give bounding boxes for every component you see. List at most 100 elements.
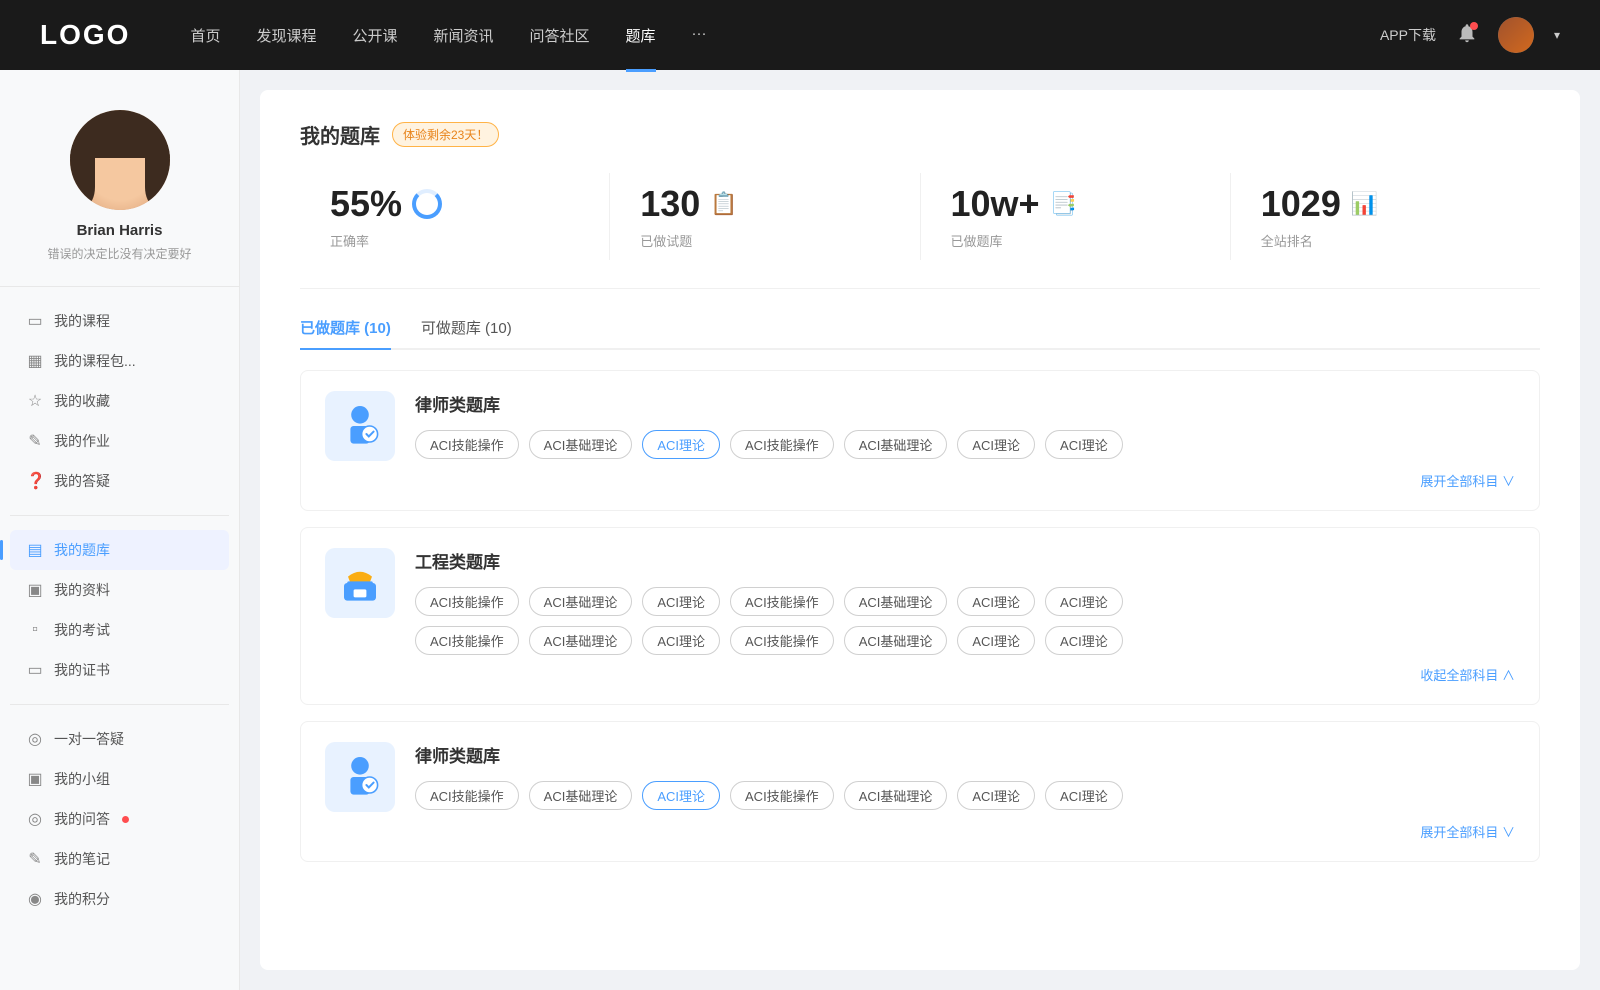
tag-1-6[interactable]: ACI理论 xyxy=(957,430,1035,459)
sidebar-item-my-courses[interactable]: ▭ 我的课程 xyxy=(10,301,229,341)
notes-icon: ✎ xyxy=(26,849,44,869)
nav-more[interactable]: ··· xyxy=(692,21,707,50)
qbank-2-tags-row1: ACI技能操作 ACI基础理论 ACI理论 ACI技能操作 ACI基础理论 AC… xyxy=(415,587,1515,616)
qbank-2-footer: 收起全部科目 ∧ xyxy=(325,665,1515,684)
sidebar-item-my-qa[interactable]: ◎ 我的问答 xyxy=(10,799,229,839)
expand-link-1[interactable]: 展开全部科目 ∨ xyxy=(1420,471,1515,490)
lawyer-icon xyxy=(336,402,384,450)
tag-2-4[interactable]: ACI技能操作 xyxy=(730,587,834,616)
nav-question-bank[interactable]: 题库 xyxy=(626,21,656,50)
tag-2-2[interactable]: ACI基础理论 xyxy=(529,587,633,616)
sidebar-item-materials[interactable]: ▣ 我的资料 xyxy=(10,570,229,610)
qbank-3-footer: 展开全部科目 ∨ xyxy=(325,822,1515,841)
tag-3-7[interactable]: ACI理论 xyxy=(1045,781,1123,810)
nav-home[interactable]: 首页 xyxy=(190,21,220,50)
main-nav: 首页 发现课程 公开课 新闻资讯 问答社区 题库 ··· xyxy=(190,21,1380,50)
sidebar-item-course-packages[interactable]: ▦ 我的课程包... xyxy=(10,341,229,381)
ranking-stat-icon: 📊 xyxy=(1351,191,1378,217)
tag-2-r2-6[interactable]: ACI理论 xyxy=(957,626,1035,655)
tag-3-1[interactable]: ACI技能操作 xyxy=(415,781,519,810)
notification-bell[interactable] xyxy=(1456,22,1478,49)
notification-dot xyxy=(1470,22,1478,30)
tag-2-6[interactable]: ACI理论 xyxy=(957,587,1035,616)
stat-questions-label: 已做试题 xyxy=(640,231,889,250)
tag-3-5[interactable]: ACI基础理论 xyxy=(844,781,948,810)
logo[interactable]: LOGO xyxy=(40,19,130,51)
stat-accuracy-label: 正确率 xyxy=(330,231,579,250)
sidebar-item-exams[interactable]: ▫ 我的考试 xyxy=(10,610,229,650)
tag-2-r2-4[interactable]: ACI技能操作 xyxy=(730,626,834,655)
avatar-face xyxy=(70,110,170,210)
tag-2-r2-1[interactable]: ACI技能操作 xyxy=(415,626,519,655)
stat-questions-done: 130 📋 已做试题 xyxy=(610,173,920,260)
nav-qa[interactable]: 问答社区 xyxy=(530,21,590,50)
app-download-button[interactable]: APP下载 xyxy=(1380,25,1436,45)
sidebar-item-certificates[interactable]: ▭ 我的证书 xyxy=(10,650,229,690)
tag-2-r2-5[interactable]: ACI基础理论 xyxy=(844,626,948,655)
user-dropdown-arrow[interactable]: ▾ xyxy=(1554,28,1560,42)
page-title-row: 我的题库 体验剩余23天！ xyxy=(300,120,1540,149)
materials-label: 我的资料 xyxy=(54,580,110,600)
banks-stat-icon: 📑 xyxy=(1050,191,1077,217)
sidebar-item-favorites[interactable]: ☆ 我的收藏 xyxy=(10,381,229,421)
sidebar-divider-3 xyxy=(10,704,229,705)
tag-1-5[interactable]: ACI基础理论 xyxy=(844,430,948,459)
homework-icon: ✎ xyxy=(26,431,44,451)
tag-1-7[interactable]: ACI理论 xyxy=(1045,430,1123,459)
groups-label: 我的小组 xyxy=(54,769,110,789)
stat-ranking-top: 1029 📊 xyxy=(1261,183,1510,225)
stat-banks-top: 10w+ 📑 xyxy=(951,183,1200,225)
sidebar-item-one-on-one[interactable]: ◎ 一对一答疑 xyxy=(10,719,229,759)
sidebar-item-notes[interactable]: ✎ 我的笔记 xyxy=(10,839,229,879)
tag-2-r2-2[interactable]: ACI基础理论 xyxy=(529,626,633,655)
questions-label: 我的答疑 xyxy=(54,471,110,491)
tag-2-1[interactable]: ACI技能操作 xyxy=(415,587,519,616)
tag-2-3[interactable]: ACI理论 xyxy=(642,587,720,616)
tag-3-2[interactable]: ACI基础理论 xyxy=(529,781,633,810)
tag-2-r2-3[interactable]: ACI理论 xyxy=(642,626,720,655)
tag-2-5[interactable]: ACI基础理论 xyxy=(844,587,948,616)
tag-3-4[interactable]: ACI技能操作 xyxy=(730,781,834,810)
qbank-1-title: 律师类题库 xyxy=(415,391,1515,416)
tag-3-6[interactable]: ACI理论 xyxy=(957,781,1035,810)
nav-discover[interactable]: 发现课程 xyxy=(256,21,316,50)
tag-1-1[interactable]: ACI技能操作 xyxy=(415,430,519,459)
tab-available-banks[interactable]: 可做题库 (10) xyxy=(421,317,512,348)
tag-1-4[interactable]: ACI技能操作 xyxy=(730,430,834,459)
tag-2-7[interactable]: ACI理论 xyxy=(1045,587,1123,616)
qbank-3-body: 律师类题库 ACI技能操作 ACI基础理论 ACI理论 ACI技能操作 ACI基… xyxy=(415,742,1515,810)
one-on-one-icon: ◎ xyxy=(26,729,44,749)
stat-banks-value: 10w+ xyxy=(951,183,1040,225)
sidebar-item-groups[interactable]: ▣ 我的小组 xyxy=(10,759,229,799)
sidebar-item-questions[interactable]: ❓ 我的答疑 xyxy=(10,461,229,501)
main-layout: Brian Harris 错误的决定比没有决定要好 ▭ 我的课程 ▦ 我的课程包… xyxy=(0,70,1600,990)
tab-done-banks[interactable]: 已做题库 (10) xyxy=(300,317,391,348)
exams-icon: ▫ xyxy=(26,621,44,639)
expand-link-3[interactable]: 展开全部科目 ∨ xyxy=(1420,822,1515,841)
nav-news[interactable]: 新闻资讯 xyxy=(434,21,494,50)
tag-3-3[interactable]: ACI理论 xyxy=(642,781,720,810)
qbank-2-title: 工程类题库 xyxy=(415,548,1515,573)
lawyer-icon-2 xyxy=(336,753,384,801)
stat-ranking: 1029 📊 全站排名 xyxy=(1231,173,1540,260)
tag-1-3[interactable]: ACI理论 xyxy=(642,430,720,459)
tag-1-2[interactable]: ACI基础理论 xyxy=(529,430,633,459)
favorites-label: 我的收藏 xyxy=(54,391,110,411)
stat-questions-top: 130 📋 xyxy=(640,183,889,225)
sidebar-item-question-bank[interactable]: ▤ 我的题库 xyxy=(10,530,229,570)
stat-accuracy-value: 55% xyxy=(330,183,402,225)
sidebar-item-points[interactable]: ◉ 我的积分 xyxy=(10,879,229,919)
collapse-link-2[interactable]: 收起全部科目 ∧ xyxy=(1420,665,1515,684)
stat-questions-value: 130 xyxy=(640,183,700,225)
header-right: APP下载 ▾ xyxy=(1380,17,1560,53)
sidebar-item-homework[interactable]: ✎ 我的作业 xyxy=(10,421,229,461)
nav-mooc[interactable]: 公开课 xyxy=(352,21,397,50)
notes-label: 我的笔记 xyxy=(54,849,110,869)
qbank-lawyer-icon-wrap xyxy=(325,391,395,461)
avatar-hair-side-right xyxy=(145,145,170,205)
qbank-card-1-header: 律师类题库 ACI技能操作 ACI基础理论 ACI理论 ACI技能操作 ACI基… xyxy=(325,391,1515,461)
stat-banks-label: 已做题库 xyxy=(951,231,1200,250)
my-courses-icon: ▭ xyxy=(26,311,44,331)
tag-2-r2-7[interactable]: ACI理论 xyxy=(1045,626,1123,655)
user-avatar[interactable] xyxy=(1498,17,1534,53)
